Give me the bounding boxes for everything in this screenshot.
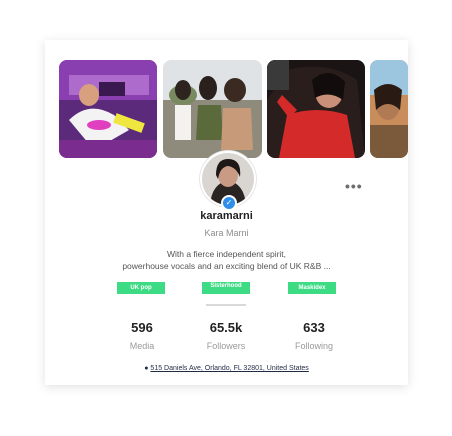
media-image-4 bbox=[370, 60, 408, 158]
verified-badge-icon: ✓ bbox=[221, 195, 237, 211]
more-dots-icon[interactable]: ••• bbox=[345, 178, 363, 194]
media-thumbnail-4[interactable] bbox=[370, 60, 408, 158]
location: ● 515 Daniels Ave, Orlando, FL 32801, Uni… bbox=[45, 365, 408, 372]
media-thumbnail-2[interactable] bbox=[163, 60, 262, 158]
divider bbox=[206, 304, 246, 306]
map-pin-icon: ● bbox=[144, 365, 149, 372]
media-thumbnail-1[interactable] bbox=[59, 60, 157, 158]
followers-count: 65.5k bbox=[209, 320, 243, 335]
bio-line-2: powerhouse vocals and an exciting blend … bbox=[122, 261, 331, 271]
profile-card: ✓ ••• karamarni Kara Marni With a fierce… bbox=[45, 40, 408, 385]
bio: With a fierce independent spirit, powerh… bbox=[85, 248, 368, 272]
username: karamarni bbox=[200, 210, 253, 222]
following-label: Following bbox=[294, 341, 334, 351]
media-image-3 bbox=[267, 60, 365, 158]
media-label: Media bbox=[129, 341, 155, 351]
tag-maskidex[interactable]: Maskidex bbox=[288, 282, 336, 294]
followers-label: Followers bbox=[206, 341, 246, 351]
location-address-link[interactable]: 515 Daniels Ave, Orlando, FL 32801, Unit… bbox=[150, 365, 308, 372]
media-thumbnail-3[interactable] bbox=[267, 60, 365, 158]
following-count: 633 bbox=[303, 320, 325, 335]
tag-uk-pop[interactable]: UK pop bbox=[117, 282, 165, 294]
media-image-2 bbox=[163, 60, 262, 158]
media-image-1 bbox=[59, 60, 157, 158]
full-name: Kara Marni bbox=[204, 228, 249, 238]
bio-line-1: With a fierce independent spirit, bbox=[166, 249, 287, 259]
tag-sisterhood[interactable]: Sisterhood bbox=[202, 282, 250, 294]
media-count: 596 bbox=[131, 320, 153, 335]
